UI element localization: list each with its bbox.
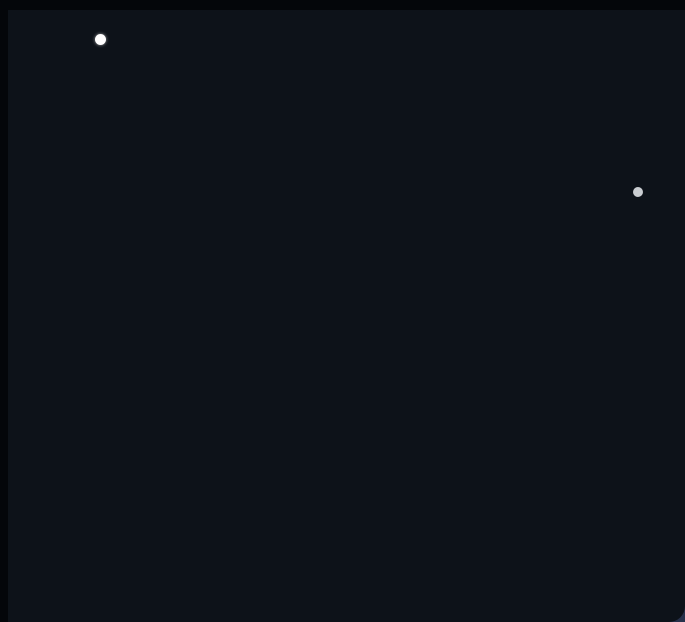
cursor-dot <box>95 34 106 45</box>
menu-panel <box>8 10 685 622</box>
stray-dot <box>633 187 643 197</box>
mason-menu-window: MASON Aimbot Visuals World <box>0 0 685 622</box>
